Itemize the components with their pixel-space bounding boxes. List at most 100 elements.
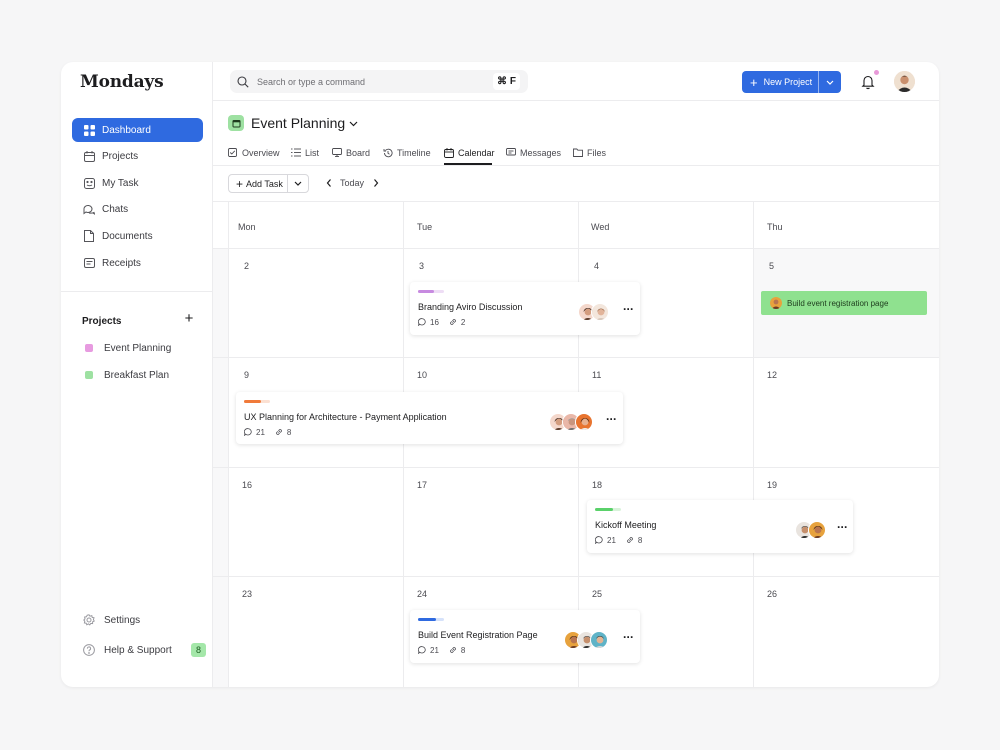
tab-board[interactable]: Board — [332, 146, 370, 160]
plus-icon: + — [236, 176, 244, 191]
calendar-top-border — [213, 201, 939, 202]
event-title: Kickoff Meeting — [595, 520, 657, 530]
settings-label: Settings — [104, 614, 141, 626]
gear-icon — [82, 614, 95, 627]
add-project-button[interactable]: + — [182, 311, 196, 327]
more-options-icon[interactable]: ··· — [623, 631, 635, 644]
day-header-tue: Tue — [417, 222, 433, 232]
tab-files[interactable]: Files — [573, 146, 606, 160]
comment-count: 16 — [430, 318, 439, 327]
event-meta: 21 8 — [418, 646, 465, 655]
calendar-date[interactable]: 9 — [244, 370, 249, 380]
calendar-date[interactable]: 12 — [767, 370, 777, 380]
calendar-date[interactable]: 25 — [592, 589, 602, 599]
project-item-event-planning[interactable]: Event Planning — [85, 340, 171, 356]
add-task-label: Add Task — [246, 178, 283, 189]
search-icon — [237, 75, 249, 88]
row-divider — [213, 357, 939, 358]
more-options-icon[interactable]: ··· — [837, 521, 849, 534]
new-project-dropdown[interactable] — [819, 71, 841, 93]
sidebar-item-dashboard[interactable]: Dashboard — [72, 118, 203, 142]
link-icon — [626, 536, 635, 545]
project-item-label: Breakfast Plan — [104, 369, 170, 381]
add-task-main[interactable]: + Add Task — [229, 175, 287, 192]
sidebar-divider — [61, 291, 213, 292]
link-count: 2 — [460, 318, 466, 327]
calendar-date[interactable]: 10 — [417, 370, 427, 380]
tab-timeline[interactable]: Timeline — [383, 146, 431, 160]
link-icon — [275, 428, 284, 437]
app-logo: Mondays — [80, 72, 164, 92]
event-card-kickoff-meeting[interactable]: Kickoff Meeting 21 8 ··· — [587, 500, 853, 553]
avatar[interactable] — [894, 71, 915, 92]
project-item-breakfast-plan[interactable]: Breakfast Plan — [85, 367, 169, 383]
assignee-avatars — [578, 303, 609, 321]
bell-icon[interactable] — [861, 74, 875, 90]
link-count: 8 — [637, 536, 643, 545]
add-task-dropdown[interactable] — [288, 181, 308, 186]
sidebar-item-documents[interactable]: Documents — [72, 224, 203, 248]
more-options-icon[interactable]: ··· — [606, 413, 618, 426]
list-icon — [291, 148, 301, 158]
event-build-registration-page[interactable]: Build event registration page — [761, 291, 927, 315]
plus-icon: + — [184, 310, 194, 327]
chevron-down-icon — [826, 80, 834, 85]
chevron-left-icon[interactable] — [325, 178, 333, 188]
today-button[interactable]: Today — [340, 178, 364, 188]
event-progress-bar — [595, 508, 621, 511]
calendar-date[interactable]: 16 — [242, 480, 252, 490]
event-card-branding-aviro[interactable]: Branding Aviro Discussion 16 2 ··· — [410, 282, 640, 335]
chevron-down-icon[interactable] — [348, 118, 359, 129]
more-options-icon[interactable]: ··· — [623, 303, 635, 316]
event-title: Build Event Registration Page — [418, 630, 538, 640]
sidebar-item-chats[interactable]: Chats — [72, 197, 203, 221]
sidebar-item-label: Receipts — [102, 257, 141, 269]
sidebar-item-projects[interactable]: Projects — [72, 144, 203, 168]
event-card-ux-planning[interactable]: UX Planning for Architecture - Payment A… — [236, 392, 623, 444]
document-icon — [83, 230, 95, 242]
avatar — [808, 521, 826, 539]
calendar-date[interactable]: 26 — [767, 589, 777, 599]
calendar-date[interactable]: 24 — [417, 589, 427, 599]
calendar-date[interactable]: 4 — [594, 261, 599, 271]
tab-calendar[interactable]: Calendar — [444, 146, 495, 160]
row-divider — [213, 248, 939, 249]
calendar-date[interactable]: 17 — [417, 480, 427, 490]
help-support-link[interactable]: Help & Support — [82, 641, 172, 659]
top-bar: Search or type a command ⌘ F + New Proje… — [213, 62, 939, 101]
sidebar-item-my-task[interactable]: My Task — [72, 171, 203, 195]
add-task-button[interactable]: + Add Task — [228, 174, 309, 193]
tab-messages[interactable]: Messages — [506, 146, 561, 160]
day-header-thu: Thu — [767, 222, 783, 232]
folder-icon — [573, 148, 583, 158]
calendar-date[interactable]: 3 — [419, 261, 424, 271]
tab-label: Files — [587, 148, 607, 158]
tab-label: Messages — [520, 148, 562, 158]
sidebar-item-receipts[interactable]: Receipts — [72, 251, 203, 275]
day-header-mon: Mon — [238, 222, 256, 232]
calendar-date[interactable]: 2 — [244, 261, 249, 271]
settings-link[interactable]: Settings — [82, 611, 140, 629]
calendar-date[interactable]: 5 — [769, 261, 774, 271]
sidebar: Mondays Dashboard Projects My Task Chats — [61, 62, 213, 687]
calendar-date[interactable]: 18 — [592, 480, 602, 490]
calendar-date[interactable]: 23 — [242, 589, 252, 599]
comment-count: 21 — [607, 536, 616, 545]
new-project-main[interactable]: + New Project — [742, 71, 818, 93]
comment-icon — [244, 428, 253, 437]
new-project-button[interactable]: + New Project — [742, 71, 841, 93]
link-count: 8 — [286, 428, 292, 437]
calendar-date[interactable]: 11 — [592, 370, 601, 380]
link-icon — [449, 646, 458, 655]
calendar-date[interactable]: 19 — [767, 480, 777, 490]
chevron-right-icon[interactable] — [372, 178, 380, 188]
tab-list[interactable]: List — [291, 146, 319, 160]
tab-overview[interactable]: Overview — [228, 146, 280, 160]
row-divider — [213, 576, 939, 577]
assignee-avatars — [564, 631, 608, 649]
search-input[interactable]: Search or type a command ⌘ F — [230, 70, 528, 93]
message-icon — [506, 148, 516, 158]
tab-label: Timeline — [397, 148, 431, 158]
column-divider — [228, 202, 229, 687]
event-card-build-registration[interactable]: Build Event Registration Page 21 8 ··· — [410, 610, 640, 663]
